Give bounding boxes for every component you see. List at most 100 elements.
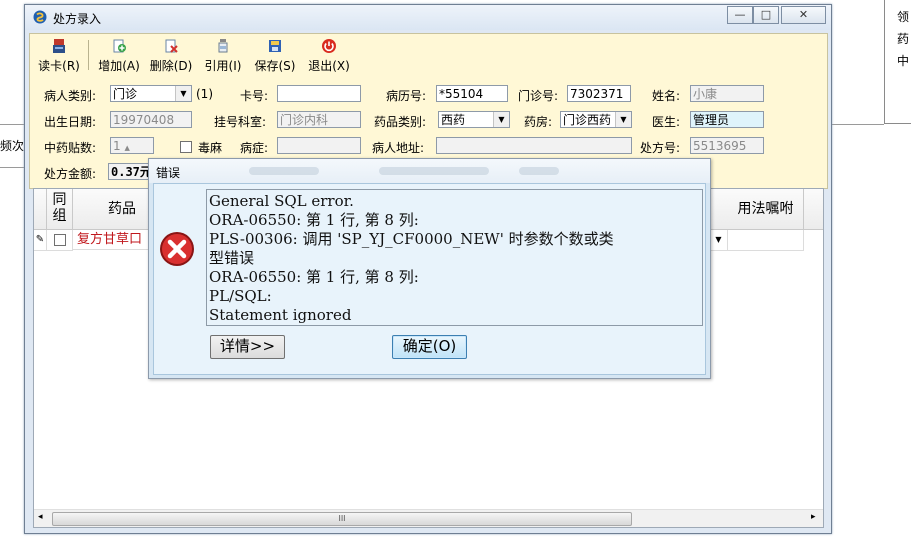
patient-type-suffix: (1)	[196, 87, 213, 101]
dept-field: 门诊内科	[277, 111, 361, 128]
background-window-left: 频次	[0, 124, 27, 168]
error-dialog: 错误 General SQL error. ORA-06550: 第 1 行, …	[148, 158, 711, 379]
dept-label: 挂号科室:	[214, 115, 267, 129]
power-icon	[322, 39, 336, 53]
background-text: 中	[897, 54, 910, 68]
save-disk-icon	[269, 40, 281, 52]
narcotic-label: 毒麻	[198, 141, 223, 155]
rx-no-field: 5513695	[690, 137, 764, 154]
scroll-left-icon[interactable]: ◂	[38, 512, 43, 522]
background-window-right: 领 药 中	[884, 0, 911, 124]
scroll-right-icon[interactable]: ▸	[811, 512, 816, 522]
address-label: 病人地址:	[372, 141, 425, 155]
name-field: 小康	[690, 85, 764, 102]
details-button[interactable]: 详情>>	[210, 335, 285, 359]
address-field	[436, 137, 632, 154]
close-button[interactable]: ✕	[781, 6, 826, 24]
title-bar[interactable]: 处方录入 — □ ✕	[25, 5, 831, 30]
maximize-button[interactable]: □	[753, 6, 779, 24]
chevron-down-icon: ▼	[493, 112, 509, 127]
narcotic-checkbox[interactable]	[180, 141, 192, 153]
birth-date-label: 出生日期:	[44, 115, 97, 129]
toolbar-separator	[88, 40, 89, 70]
card-reader-icon	[53, 39, 65, 53]
toolbar: 读卡(R) 增加(A) 删除(D) 引用(I) 保存(S) 退出(X)	[29, 33, 828, 77]
drug-type-select[interactable]: 西药 ▼	[438, 111, 510, 128]
blurred-text	[519, 167, 559, 175]
delete-button[interactable]: 删除(D)	[148, 38, 194, 74]
birth-date-field: 19970408	[110, 111, 192, 128]
group-checkbox[interactable]	[54, 234, 66, 246]
column-header-group[interactable]: 同组	[47, 189, 73, 230]
doses-value: 1	[113, 139, 121, 153]
error-message-line: 型错误	[209, 249, 255, 267]
row-header-column	[34, 189, 47, 230]
doses-label: 中药贴数:	[44, 141, 97, 155]
scrollbar-thumb[interactable]: III	[52, 512, 632, 526]
window-title: 处方录入	[53, 12, 102, 26]
blurred-text	[379, 167, 489, 175]
dropdown-arrow-icon[interactable]: ▼	[710, 230, 728, 251]
minimize-button[interactable]: —	[727, 6, 753, 24]
disease-field	[277, 137, 361, 154]
horizontal-scrollbar[interactable]: ◂ III ▸	[34, 509, 823, 527]
dialog-title-bar[interactable]: 错误	[149, 159, 710, 183]
doses-spinner[interactable]: 1 ▲▼	[110, 137, 154, 154]
background-text: 药	[897, 32, 910, 46]
error-message-line: PL/SQL:	[209, 287, 272, 305]
column-header-filler	[804, 189, 823, 230]
doctor-input[interactable]: 管理员	[690, 111, 764, 128]
save-label: 保存(S)	[254, 59, 296, 73]
group-cell[interactable]	[47, 230, 73, 251]
ok-button[interactable]: 确定(O)	[392, 335, 467, 359]
add-button[interactable]: 增加(A)	[96, 38, 142, 74]
error-message-line: Statement ignored	[209, 306, 352, 324]
card-no-label: 卡号:	[240, 89, 269, 103]
add-label: 增加(A)	[98, 59, 140, 73]
add-document-icon	[113, 39, 126, 53]
clinic-no-input[interactable]: 7302371	[567, 85, 631, 102]
read-card-label: 读卡(R)	[38, 59, 80, 73]
blurred-text	[249, 167, 319, 175]
card-no-input[interactable]	[277, 85, 361, 102]
clinic-no-label: 门诊号:	[518, 89, 559, 103]
chevron-down-icon: ▼	[615, 112, 631, 127]
background-text: 频次	[0, 139, 25, 153]
quote-label: 引用(I)	[204, 59, 242, 73]
background-text: 领	[897, 10, 910, 24]
pharmacy-label: 药房:	[524, 115, 553, 129]
column-header-usage[interactable]: 用法嘱咐	[728, 189, 804, 230]
delete-document-icon	[165, 39, 178, 53]
background-divider	[832, 124, 884, 125]
error-message-line: General SQL error.	[209, 192, 354, 210]
drug-type-value: 西药	[441, 113, 466, 127]
usage-cell[interactable]	[728, 230, 804, 251]
record-no-input[interactable]: *55104	[436, 85, 508, 102]
dialog-title: 错误	[156, 166, 181, 180]
patient-type-label: 病人类别:	[44, 89, 97, 103]
row-edit-indicator-icon: ✎	[34, 230, 47, 251]
save-button[interactable]: 保存(S)	[252, 38, 298, 74]
drug-type-label: 药品类别:	[374, 115, 427, 129]
disease-label: 病症:	[240, 141, 269, 155]
delete-label: 删除(D)	[149, 59, 193, 73]
doctor-label: 医生:	[652, 115, 681, 129]
error-message-line: ORA-06550: 第 1 行, 第 8 列:	[209, 211, 419, 229]
exit-button[interactable]: 退出(X)	[306, 38, 352, 74]
dialog-body: General SQL error. ORA-06550: 第 1 行, 第 8…	[153, 183, 706, 375]
record-no-label: 病历号:	[386, 89, 427, 103]
exit-label: 退出(X)	[308, 59, 350, 73]
read-card-button[interactable]: 读卡(R)	[36, 38, 82, 74]
name-label: 姓名:	[652, 89, 681, 103]
quote-button[interactable]: 引用(I)	[200, 38, 246, 74]
patient-type-select[interactable]: 门诊 ▼	[110, 85, 192, 102]
pharmacy-select[interactable]: 门诊西药 ▼	[560, 111, 632, 128]
error-icon	[160, 232, 194, 266]
error-message-line: ORA-06550: 第 1 行, 第 8 列:	[209, 268, 419, 286]
amount-label: 处方金额:	[44, 167, 97, 181]
quote-bottle-icon	[218, 39, 228, 53]
patient-type-value: 门诊	[113, 87, 138, 101]
error-message-box: General SQL error. ORA-06550: 第 1 行, 第 8…	[206, 189, 703, 326]
error-message-line: PLS-00306: 调用 'SP_YJ_CF0000_NEW' 时参数个数或类	[209, 230, 614, 248]
chevron-down-icon: ▼	[175, 86, 191, 101]
